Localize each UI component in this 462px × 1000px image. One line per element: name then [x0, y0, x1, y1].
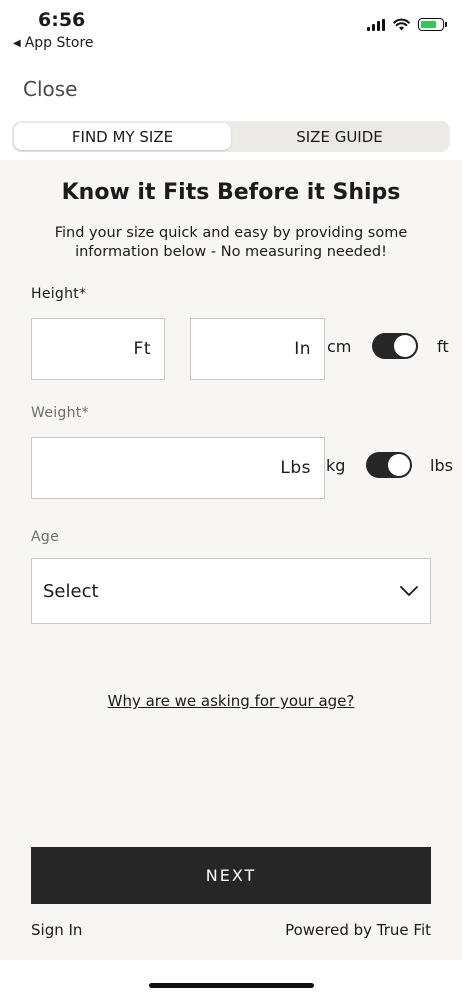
why-age-link[interactable]: Why are we asking for your age? — [0, 692, 462, 710]
weight-unit-toggle[interactable] — [366, 452, 412, 478]
close-button[interactable]: Close — [23, 77, 77, 101]
height-unit-ft-label: ft — [437, 337, 449, 356]
tab-size-guide[interactable]: SIZE GUIDE — [231, 123, 448, 150]
sign-in-link[interactable]: Sign In — [31, 921, 82, 939]
back-to-app-link[interactable]: ◀ App Store — [13, 35, 94, 51]
signal-icon — [367, 18, 385, 31]
size-tabs: FIND MY SIZE SIZE GUIDE — [12, 121, 450, 152]
height-label: Height* — [31, 286, 87, 302]
powered-by-text: Powered by True Fit — [285, 921, 431, 939]
weight-unit-lbs-label: lbs — [430, 456, 453, 475]
chevron-down-icon — [400, 585, 418, 596]
next-button[interactable]: NEXT — [31, 847, 431, 904]
weight-unit-kg-label: kg — [326, 456, 346, 475]
weight-label: Weight* — [31, 405, 89, 421]
height-feet-input[interactable]: Ft — [31, 318, 165, 380]
status-bar: 6:56 ◀ App Store — [0, 0, 462, 56]
inches-unit-label: In — [294, 339, 311, 359]
feet-unit-label: Ft — [133, 339, 151, 359]
age-label: Age — [31, 529, 59, 545]
form-subtitle: Find your size quick and easy by providi… — [54, 225, 408, 260]
height-unit-cm-label: cm — [327, 337, 352, 356]
back-app-label: App Store — [24, 35, 94, 51]
height-unit-toggle[interactable] — [372, 333, 418, 359]
age-select[interactable]: Select — [31, 558, 431, 624]
age-select-value: Select — [43, 580, 99, 602]
wifi-icon — [393, 18, 410, 31]
height-inches-input[interactable]: In — [190, 318, 325, 380]
battery-charging-icon — [418, 18, 447, 31]
weight-unit-label: Lbs — [280, 458, 311, 478]
tab-find-my-size[interactable]: FIND MY SIZE — [14, 123, 231, 150]
status-icons — [367, 18, 447, 31]
back-triangle-icon: ◀ — [13, 37, 21, 49]
form-title: Know it Fits Before it Ships — [61, 180, 401, 205]
home-indicator — [149, 983, 314, 988]
status-time: 6:56 — [38, 9, 86, 31]
weight-input[interactable]: Lbs — [31, 437, 325, 499]
